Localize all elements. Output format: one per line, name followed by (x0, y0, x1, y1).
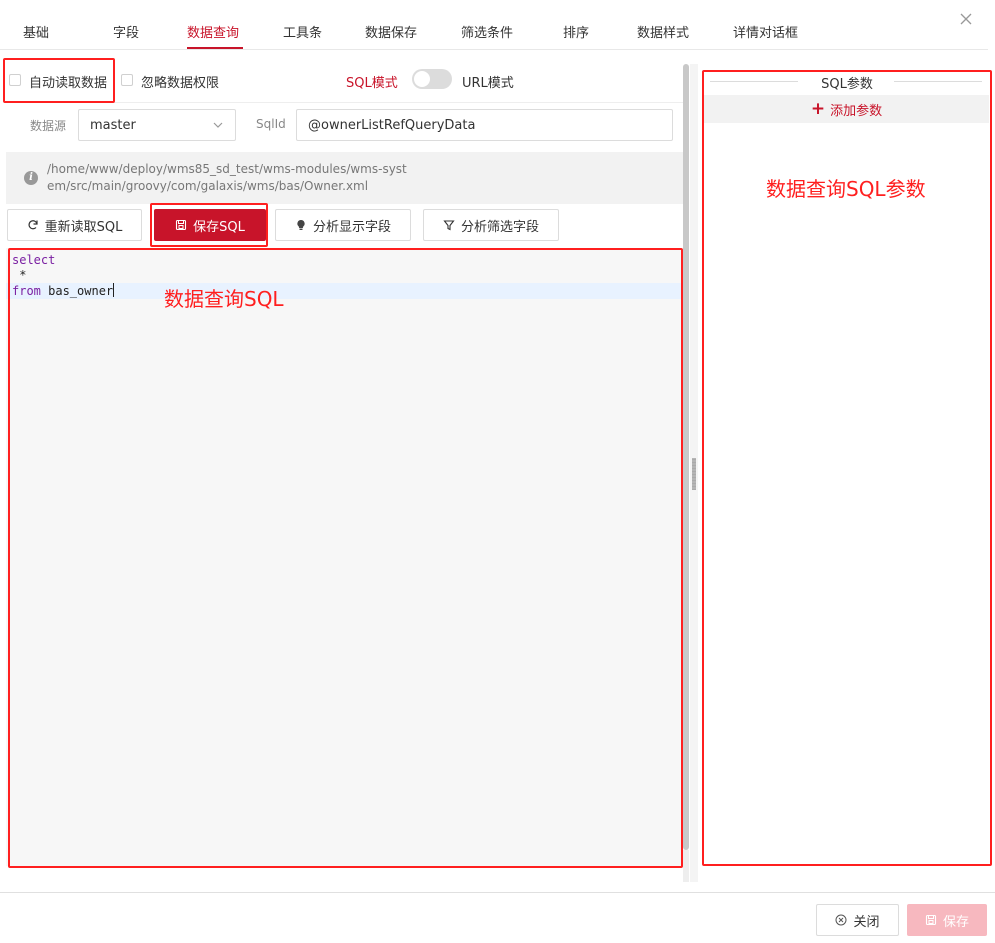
file-path-info: i /home/www/deploy/wms85_sd_test/wms-mod… (6, 152, 686, 204)
drag-handle-icon[interactable] (692, 458, 696, 490)
left-pane-scrollbar[interactable] (683, 64, 689, 850)
analyze-display-fields-button[interactable]: 分析显示字段 (275, 209, 411, 241)
url-mode-label: URL模式 (462, 76, 514, 91)
tab-filter-conditions[interactable]: 筛选条件 (461, 22, 513, 41)
tab-data-query[interactable]: 数据查询 (187, 22, 239, 41)
annotation-label-sql-params: 数据查询SQL参数 (766, 177, 926, 201)
analyze-display-fields-label: 分析显示字段 (312, 219, 391, 235)
tab-data-style[interactable]: 数据样式 (637, 22, 689, 41)
datasource-value: master (90, 118, 136, 133)
mode-toggle[interactable] (412, 69, 452, 89)
tab-bar: 基础 字段 数据查询 工具条 数据保存 筛选条件 排序 数据样式 详情对话框 (0, 0, 988, 50)
sqlid-input[interactable]: @ownerListRefQueryData (296, 109, 673, 141)
tab-data-save[interactable]: 数据保存 (365, 22, 417, 41)
scrollbar-track (683, 850, 689, 882)
tab-fields[interactable]: 字段 (113, 22, 139, 41)
toggle-knob (414, 71, 430, 87)
save-button[interactable]: 保存 (907, 904, 987, 936)
annotation-box-auto-read (3, 58, 115, 103)
datasource-row: 数据源 master SqlId @ownerListRefQueryData (6, 102, 686, 152)
tab-toolbar[interactable]: 工具条 (283, 22, 322, 41)
file-path-text: /home/www/deploy/wms85_sd_test/wms-modul… (47, 162, 407, 193)
dialog-footer: 关闭 保存 (0, 892, 995, 943)
annotation-box-query-sql (8, 248, 683, 868)
close-button[interactable]: 关闭 (816, 904, 899, 936)
sqlid-label: SqlId (256, 117, 286, 131)
floppy-disk-icon (925, 914, 937, 926)
annotation-box-save-sql (150, 203, 268, 247)
annotation-label-query-sql: 数据查询SQL (164, 287, 284, 311)
sql-mode-label: SQL模式 (346, 76, 398, 91)
filter-icon (443, 220, 455, 231)
lightbulb-icon (297, 219, 305, 230)
reload-sql-button[interactable]: 重新读取SQL (7, 209, 142, 241)
reload-sql-label: 重新读取SQL (44, 219, 123, 235)
tab-sort[interactable]: 排序 (563, 22, 589, 41)
active-tab-indicator (187, 47, 243, 49)
datasource-select[interactable]: master (78, 109, 236, 141)
datasource-label: 数据源 (30, 119, 67, 133)
analyze-filter-fields-label: 分析筛选字段 (460, 219, 539, 235)
ignore-permission-checkbox[interactable] (121, 74, 133, 86)
save-label: 保存 (942, 914, 969, 930)
close-icon[interactable] (958, 12, 974, 28)
refresh-icon (28, 220, 38, 230)
close-label: 关闭 (853, 914, 880, 930)
chevron-down-icon (213, 122, 223, 128)
tab-detail-dialog[interactable]: 详情对话框 (733, 22, 798, 41)
tab-basic[interactable]: 基础 (23, 22, 49, 41)
sqlid-value: @ownerListRefQueryData (308, 118, 476, 133)
ignore-permission-label: 忽略数据权限 (141, 76, 220, 91)
close-circle-icon (835, 914, 847, 926)
analyze-filter-fields-button[interactable]: 分析筛选字段 (423, 209, 559, 241)
info-icon: i (24, 171, 38, 185)
